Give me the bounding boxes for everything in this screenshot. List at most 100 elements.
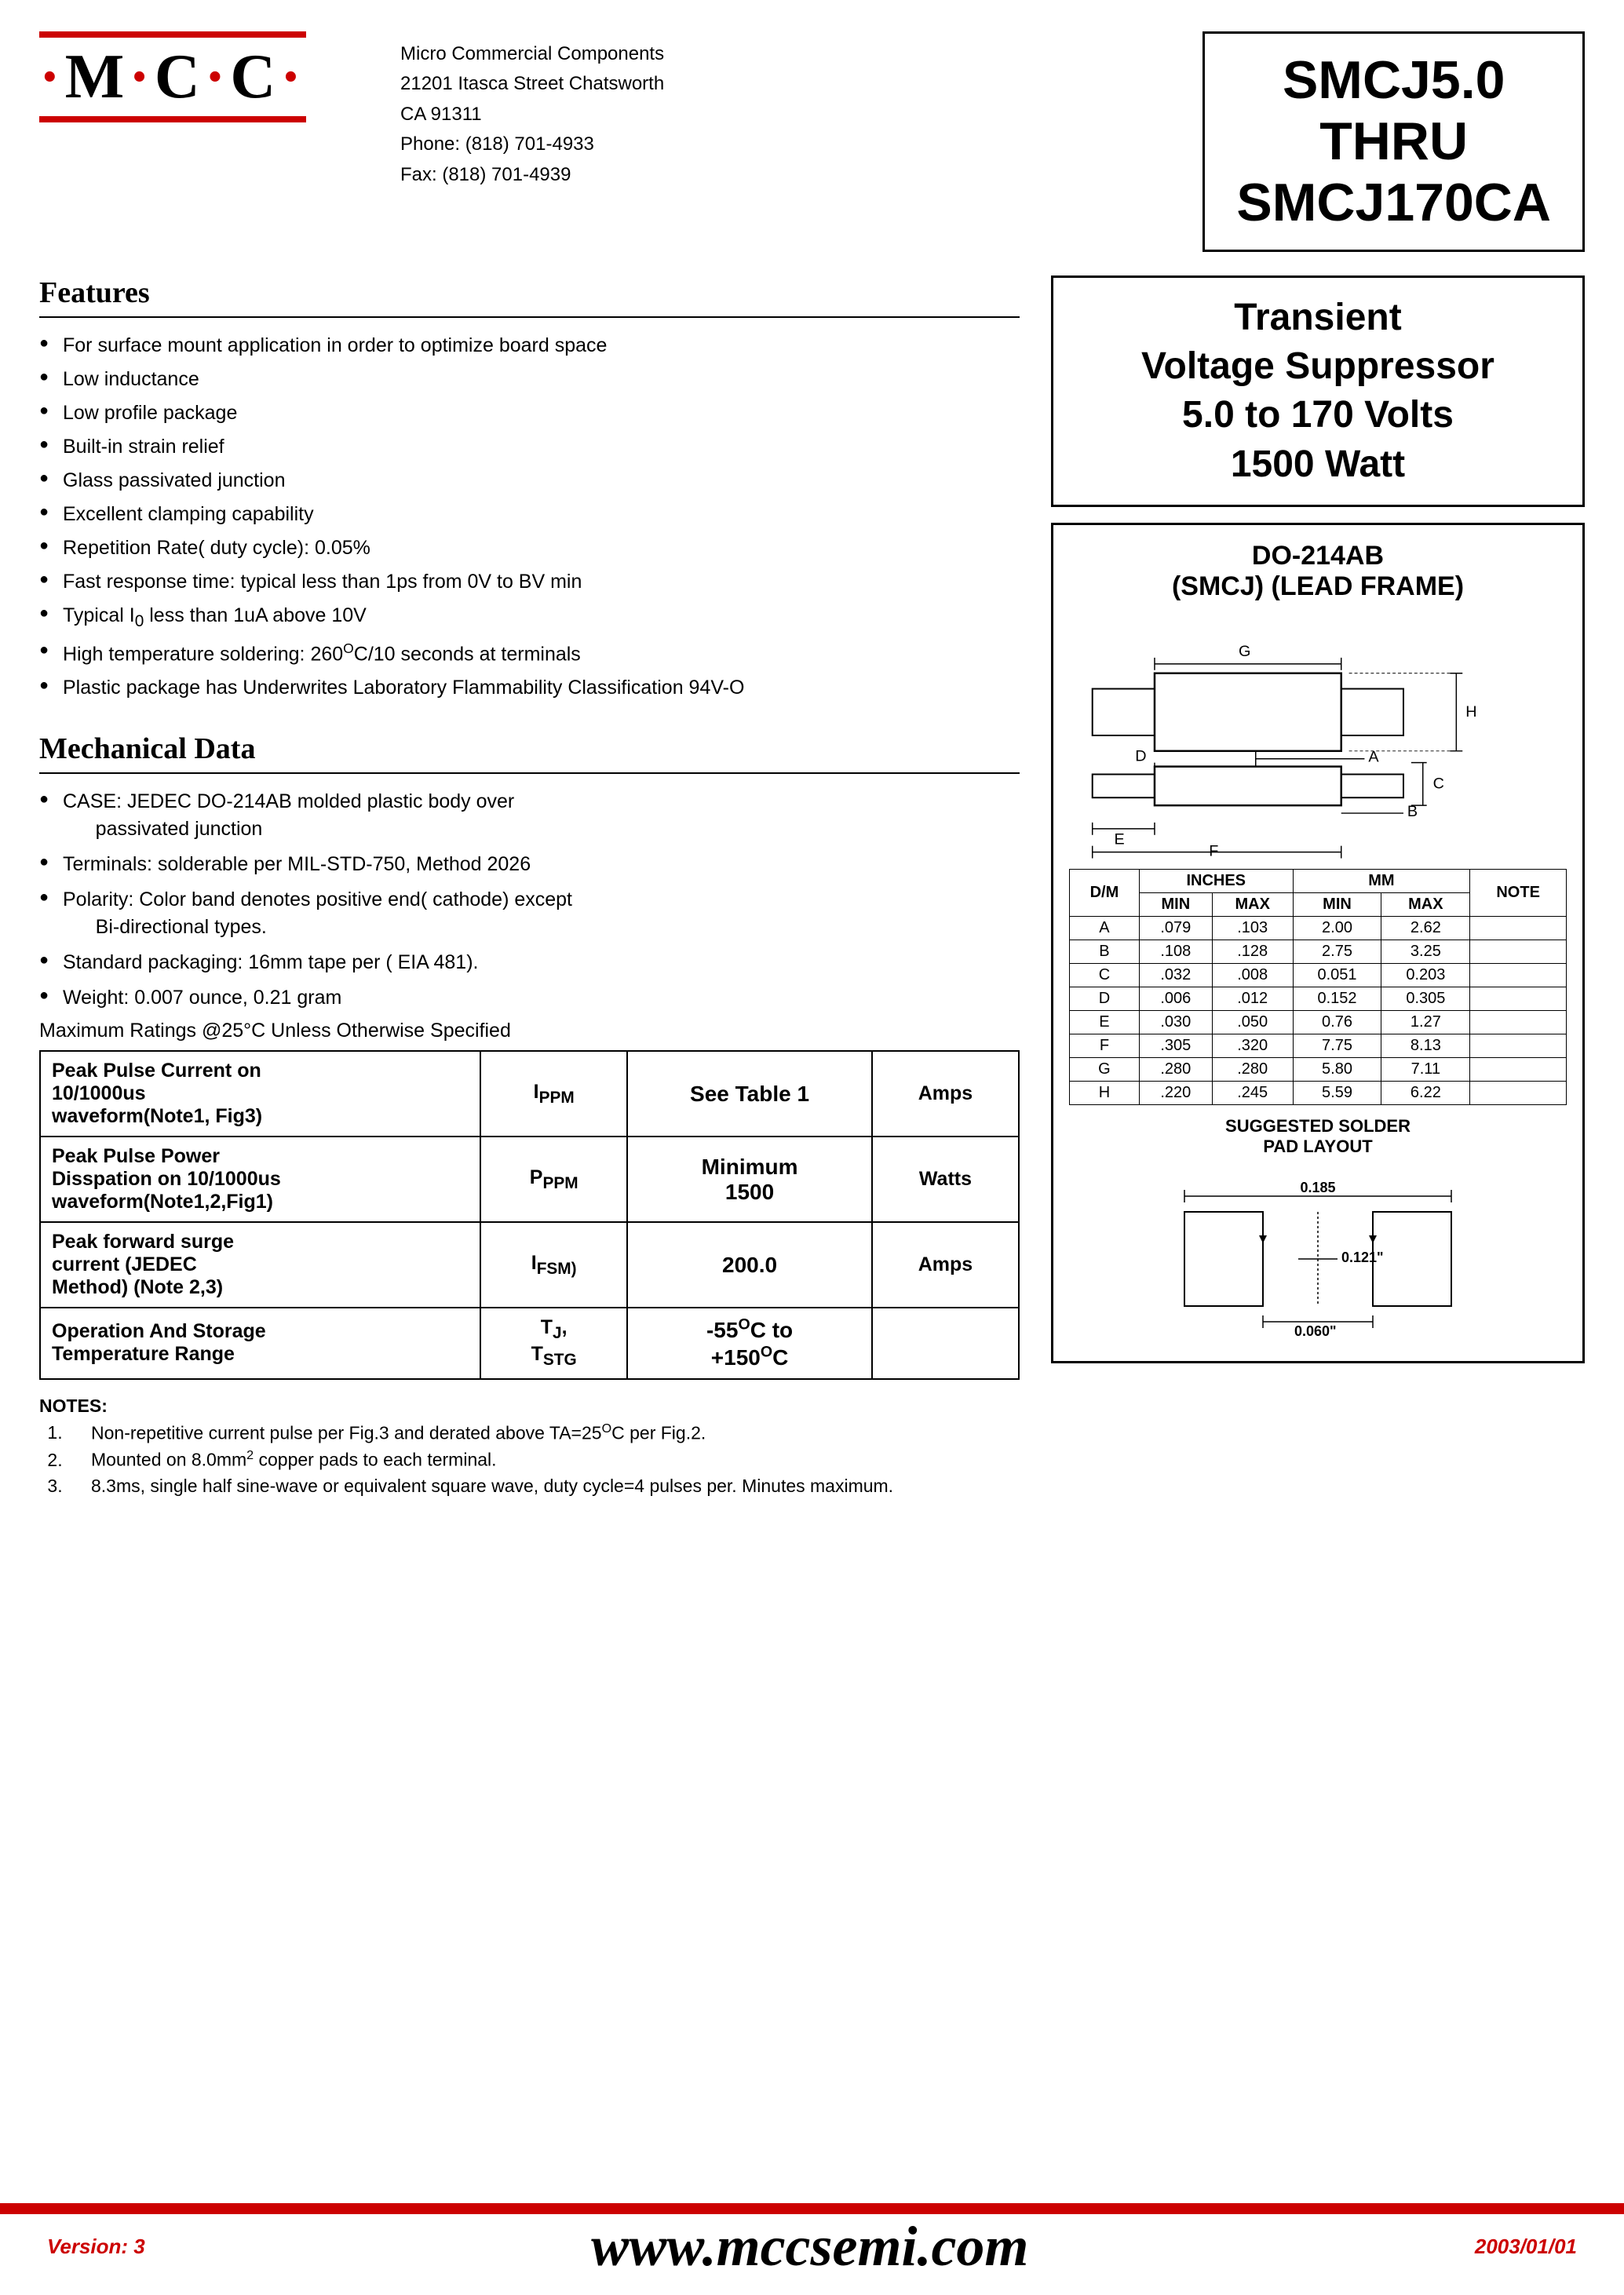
logo-bottom-bar [39, 116, 306, 122]
rating-value: 200.0 [627, 1222, 872, 1308]
footer-red-bar [0, 2203, 1624, 2214]
features-list: For surface mount application in order t… [39, 332, 1020, 702]
logo-section: ·M·C·C· [39, 31, 338, 122]
logo-text: ·M·C·C· [39, 46, 306, 108]
table-row: G.280.2805.807.11 [1070, 1058, 1567, 1082]
page: ·M·C·C· Micro Commercial Components 2120… [0, 0, 1624, 2295]
dim-col-header: D/M [1070, 870, 1140, 917]
rating-value: See Table 1 [627, 1051, 872, 1137]
table-row: Peak Pulse Current on10/1000uswaveform(N… [40, 1051, 1019, 1137]
mechanical-section: Mechanical Data CASE: JEDEC DO-214AB mol… [39, 732, 1020, 1501]
solder-pad-title: SUGGESTED SOLDERPAD LAYOUT [1069, 1116, 1567, 1157]
dim-mm-header: MM [1293, 870, 1470, 893]
svg-text:E: E [1114, 831, 1124, 848]
diagram-area: C B G H [1069, 610, 1567, 861]
mechanical-item: CASE: JEDEC DO-214AB molded plastic body… [39, 788, 1020, 843]
mechanical-item: Weight: 0.007 ounce, 0.21 gram [39, 984, 1020, 1012]
ratings-table: Peak Pulse Current on10/1000uswaveform(N… [39, 1050, 1020, 1380]
company-address2: CA 91311 [400, 100, 664, 130]
main-content: Features For surface mount application i… [39, 275, 1585, 2180]
feature-item: Typical I0 less than 1uA above 10V [39, 602, 1020, 633]
feature-item: Repetition Rate( duty cycle): 0.05% [39, 535, 1020, 562]
footer-date: 2003/01/01 [1475, 2235, 1585, 2259]
svg-text:H: H [1465, 703, 1476, 721]
svg-text:A: A [1368, 749, 1379, 766]
note-item: 8.3ms, single half sine-wave or equivale… [68, 1476, 1020, 1497]
rating-label: Peak Pulse Current on10/1000uswaveform(N… [40, 1051, 480, 1137]
dim-min-header: MIN [1139, 893, 1212, 917]
rating-symbol: IFSM) [480, 1222, 627, 1308]
version-label: Version: [47, 2235, 128, 2258]
mechanical-item: Polarity: Color band denotes positive en… [39, 886, 1020, 941]
feature-item: High temperature soldering: 260OC/10 sec… [39, 639, 1020, 668]
tvs-title: TransientVoltage Suppressor5.0 to 170 Vo… [1077, 294, 1559, 490]
notes-section: NOTES: Non-repetitive current pulse per … [39, 1396, 1020, 1497]
feature-item: Low inductance [39, 366, 1020, 393]
rating-symbol: TJ,TSTG [480, 1308, 627, 1379]
company-phone: Phone: (818) 701-4933 [400, 130, 664, 159]
rating-symbol: PPPM [480, 1137, 627, 1222]
notes-title: NOTES: [39, 1396, 1020, 1417]
company-name: Micro Commercial Components [400, 39, 664, 69]
dim-note-header: NOTE [1470, 870, 1567, 917]
table-row: H.220.2455.596.22 [1070, 1082, 1567, 1105]
footer-version: Version: 3 [39, 2235, 145, 2259]
note-item: Mounted on 8.0mm2 copper pads to each te… [68, 1448, 1020, 1471]
table-row: A.079.1032.002.62 [1070, 917, 1567, 940]
note-item: Non-repetitive current pulse per Fig.3 a… [68, 1421, 1020, 1444]
feature-item: Built-in strain relief [39, 433, 1020, 461]
rating-value: Minimum1500 [627, 1137, 872, 1222]
feature-item: Plastic package has Underwrites Laborato… [39, 674, 1020, 702]
rating-label: Peak Pulse PowerDisspation on 10/1000usw… [40, 1137, 480, 1222]
table-row: F.305.3207.758.13 [1070, 1034, 1567, 1058]
tvs-box: TransientVoltage Suppressor5.0 to 170 Vo… [1051, 275, 1585, 508]
rating-symbol: IPPM [480, 1051, 627, 1137]
rating-unit [872, 1308, 1019, 1379]
company-address1: 21201 Itasca Street Chatsworth [400, 69, 664, 99]
dim-mm-min-header: MIN [1293, 893, 1381, 917]
part-number-box: SMCJ5.0THRUSMCJ170CA [1202, 31, 1585, 252]
footer-url: www.mccsemi.com [145, 2214, 1475, 2279]
notes-list: Non-repetitive current pulse per Fig.3 a… [39, 1421, 1020, 1497]
table-row: B.108.1282.753.25 [1070, 940, 1567, 964]
table-row: Peak Pulse PowerDisspation on 10/1000usw… [40, 1137, 1019, 1222]
max-ratings-note: Maximum Ratings @25°C Unless Otherwise S… [39, 1020, 1020, 1042]
part-number-title: SMCJ5.0THRUSMCJ170CA [1236, 49, 1551, 234]
svg-text:B: B [1407, 803, 1418, 820]
solder-pad-section: SUGGESTED SOLDERPAD LAYOUT 0.185 [1069, 1116, 1567, 1337]
package-title: DO-214AB(SMCJ) (LEAD FRAME) [1069, 541, 1567, 602]
company-fax: Fax: (818) 701-4939 [400, 160, 664, 190]
feature-item: Excellent clamping capability [39, 501, 1020, 528]
features-section: Features For surface mount application i… [39, 275, 1020, 708]
table-row: E.030.0500.761.27 [1070, 1011, 1567, 1034]
svg-text:0.185: 0.185 [1300, 1180, 1335, 1195]
rating-label: Operation And StorageTemperature Range [40, 1308, 480, 1379]
mechanical-item: Standard packaging: 16mm tape per ( EIA … [39, 949, 1020, 976]
features-title: Features [39, 275, 1020, 318]
dim-max-header: MAX [1212, 893, 1293, 917]
footer-bottom: Version: 3 www.mccsemi.com 2003/01/01 [39, 2214, 1585, 2295]
svg-text:D: D [1135, 748, 1146, 765]
feature-item: For surface mount application in order t… [39, 332, 1020, 359]
feature-item: Fast response time: typical less than 1p… [39, 568, 1020, 596]
rating-unit: Watts [872, 1137, 1019, 1222]
dim-mm-max-header: MAX [1381, 893, 1470, 917]
version-value: 3 [133, 2235, 144, 2258]
svg-text:C: C [1433, 775, 1444, 792]
mechanical-list: CASE: JEDEC DO-214AB molded plastic body… [39, 788, 1020, 1012]
right-column: TransientVoltage Suppressor5.0 to 170 Vo… [1051, 275, 1585, 2180]
top-header: ·M·C·C· Micro Commercial Components 2120… [39, 31, 1585, 252]
svg-text:0.121": 0.121" [1341, 1250, 1384, 1265]
mechanical-title: Mechanical Data [39, 732, 1020, 774]
table-row: D.006.0120.1520.305 [1070, 987, 1567, 1011]
logo-top-bar [39, 31, 306, 38]
feature-item: Glass passivated junction [39, 467, 1020, 494]
company-info: Micro Commercial Components 21201 Itasca… [400, 31, 664, 190]
mechanical-item: Terminals: solderable per MIL-STD-750, M… [39, 851, 1020, 878]
svg-text:0.060": 0.060" [1294, 1323, 1337, 1337]
table-row: C.032.0080.0510.203 [1070, 964, 1567, 987]
dimensions-table-container: D/M INCHES MM NOTE MIN MAX MIN MAX [1069, 869, 1567, 1105]
svg-text:F: F [1209, 843, 1218, 860]
package-box: DO-214AB(SMCJ) (LEAD FRAME) [1051, 523, 1585, 1363]
left-column: Features For surface mount application i… [39, 275, 1020, 2180]
